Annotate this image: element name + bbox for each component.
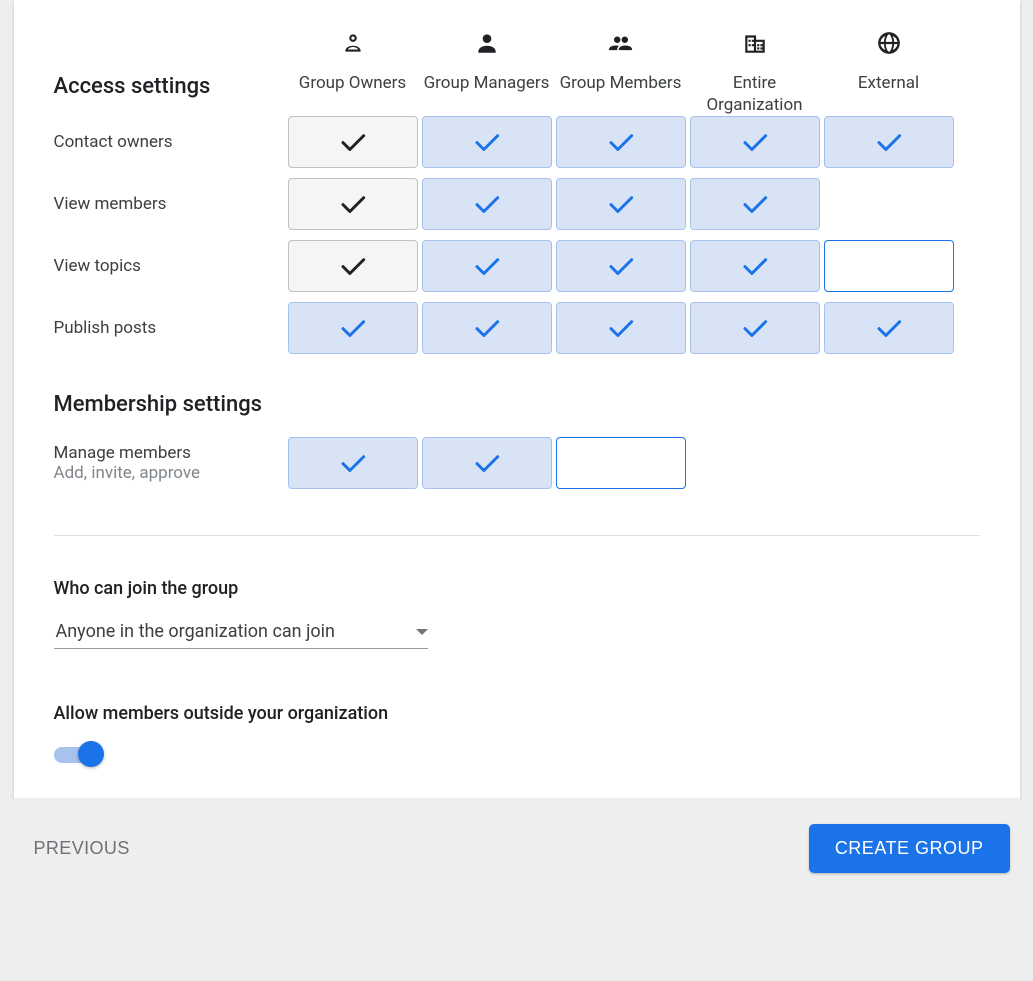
membership-cell-0-4	[824, 437, 954, 489]
access-cell-0-1[interactable]	[422, 116, 552, 168]
access-row-1-label: View members	[54, 194, 284, 214]
access-cell-3-1[interactable]	[422, 302, 552, 354]
access-cell-1-2[interactable]	[556, 178, 686, 230]
divider	[54, 535, 980, 536]
col-label-owners: Group Owners	[288, 56, 418, 116]
access-cell-0-0[interactable]	[288, 116, 418, 168]
footer-bar: PREVIOUS CREATE GROUP	[14, 798, 1020, 895]
members-icon	[556, 10, 686, 56]
chevron-down-icon	[416, 629, 428, 635]
access-cell-1-3[interactable]	[690, 178, 820, 230]
col-label-org: Entire Organization	[690, 56, 820, 116]
membership-cell-0-2[interactable]	[556, 437, 686, 489]
access-cell-1-0[interactable]	[288, 178, 418, 230]
previous-button[interactable]: PREVIOUS	[28, 837, 136, 860]
access-cell-3-2[interactable]	[556, 302, 686, 354]
access-cell-2-2[interactable]	[556, 240, 686, 292]
access-cell-2-1[interactable]	[422, 240, 552, 292]
access-cell-2-4[interactable]	[824, 240, 954, 292]
external-icon	[824, 10, 954, 56]
access-cell-3-0[interactable]	[288, 302, 418, 354]
access-cell-3-4[interactable]	[824, 302, 954, 354]
group-settings-card: Access settings Group Owners Group Manag…	[14, 0, 1020, 798]
membership-row-0-label: Manage membersAdd, invite, approve	[54, 443, 284, 483]
col-label-members: Group Members	[556, 56, 686, 116]
allow-external-toggle[interactable]	[54, 742, 108, 766]
who-can-join-select[interactable]: Anyone in the organization can join	[54, 617, 428, 649]
access-row-0-label: Contact owners	[54, 132, 284, 152]
allow-external-heading: Allow members outside your organization	[54, 703, 980, 724]
create-group-button[interactable]: CREATE GROUP	[809, 824, 1010, 873]
access-cell-0-3[interactable]	[690, 116, 820, 168]
access-cell-1-1[interactable]	[422, 178, 552, 230]
organization-icon	[690, 10, 820, 56]
membership-row-0-sublabel: Add, invite, approve	[54, 463, 284, 483]
access-cell-2-0[interactable]	[288, 240, 418, 292]
membership-cell-0-0[interactable]	[288, 437, 418, 489]
access-cell-1-4	[824, 178, 954, 230]
access-cell-0-2[interactable]	[556, 116, 686, 168]
membership-settings-title: Membership settings	[54, 364, 284, 437]
managers-icon	[422, 10, 552, 56]
owners-icon	[288, 10, 418, 56]
access-cell-2-3[interactable]	[690, 240, 820, 292]
col-label-managers: Group Managers	[422, 56, 552, 116]
membership-cell-0-3	[690, 437, 820, 489]
col-label-external: External	[824, 56, 954, 116]
access-row-3-label: Publish posts	[54, 318, 284, 338]
who-can-join-value: Anyone in the organization can join	[56, 621, 335, 642]
permissions-grid: Access settings Group Owners Group Manag…	[54, 10, 980, 499]
access-cell-3-3[interactable]	[690, 302, 820, 354]
membership-cell-0-1[interactable]	[422, 437, 552, 489]
access-settings-title: Access settings	[54, 74, 284, 99]
access-row-2-label: View topics	[54, 256, 284, 276]
who-can-join-heading: Who can join the group	[54, 578, 980, 599]
access-cell-0-4[interactable]	[824, 116, 954, 168]
